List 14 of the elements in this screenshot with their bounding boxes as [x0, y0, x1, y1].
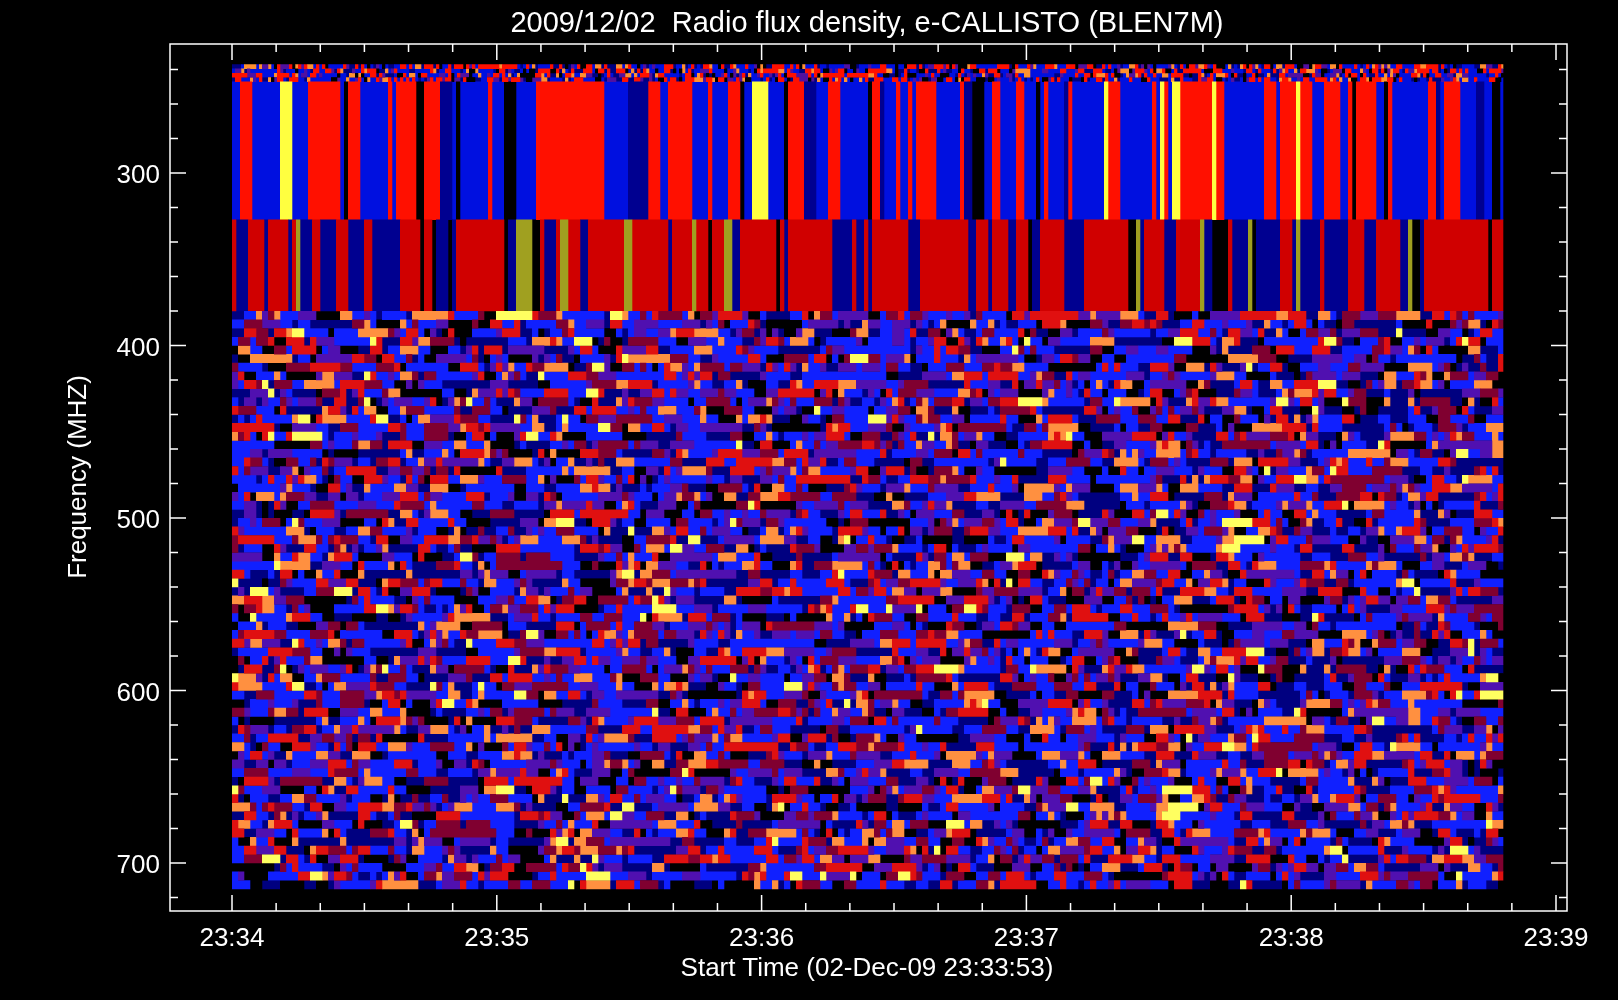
- x-tick-label: 23:39: [1523, 922, 1589, 952]
- y-tick-label: 600: [116, 676, 160, 707]
- x-tick-label: 23:34: [199, 922, 265, 952]
- y-axis-label: Frequency (MHZ): [62, 375, 92, 579]
- x-tick-label: 23:36: [729, 922, 795, 952]
- x-tick-label: 23:38: [1258, 922, 1324, 952]
- chart-title: 2009/12/02 Radio flux density, e-CALLISTO (BLEN7M): [510, 6, 1224, 38]
- y-tick-label: 400: [116, 331, 160, 362]
- y-tick-label: 500: [116, 504, 160, 534]
- y-tick-label: 700: [116, 849, 160, 879]
- x-tick-label: 23:37: [993, 922, 1059, 952]
- x-tick-label: 23:35: [464, 922, 530, 952]
- x-axis-label: Start Time (02-Dec-09 23:33:53): [680, 952, 1054, 982]
- y-tick-label: 300: [116, 159, 160, 189]
